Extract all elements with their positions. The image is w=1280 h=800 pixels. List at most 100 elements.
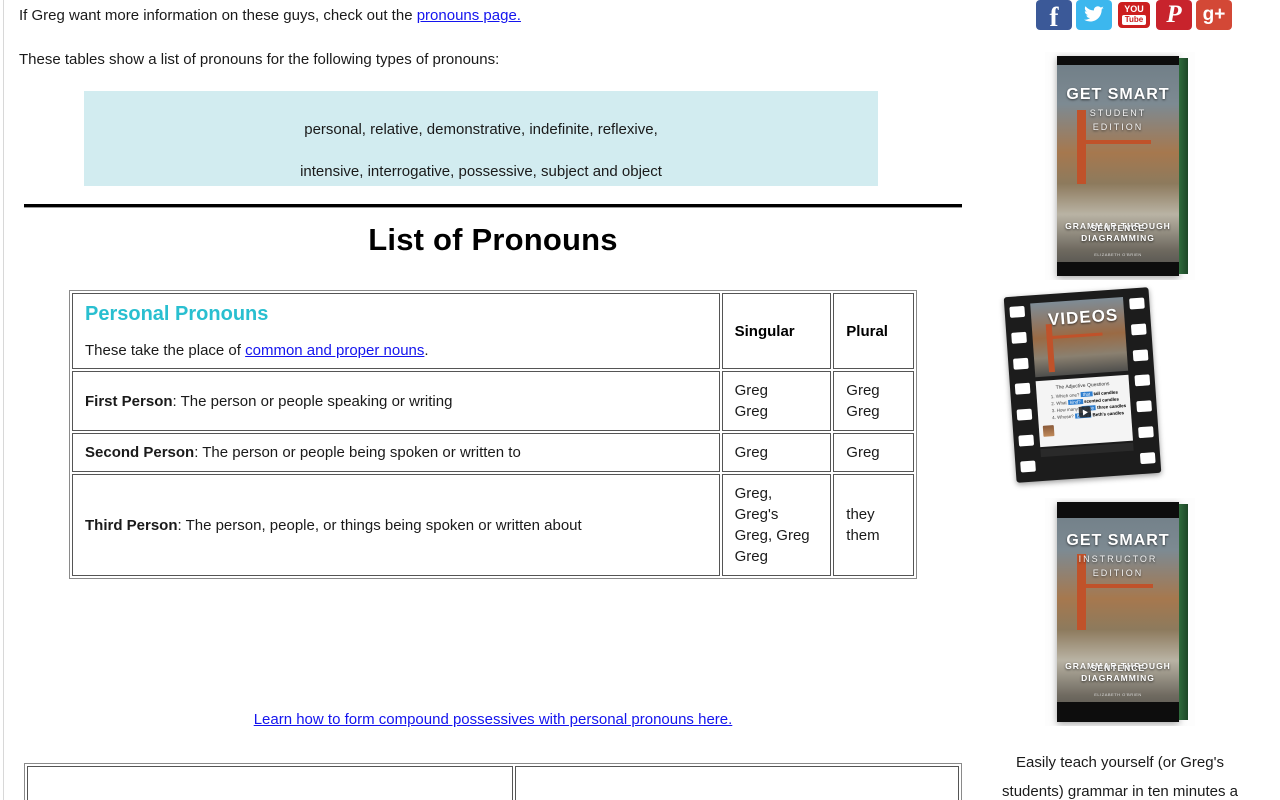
row-plural-value: Greg bbox=[833, 433, 914, 472]
row-label: Second Person bbox=[85, 444, 195, 461]
book-student-cover-art: GET SMART STUDENT EDITION GRAMMAR THROUG… bbox=[1057, 56, 1188, 276]
book-instructor-edition-line-1: INSTRUCTOR bbox=[1078, 554, 1158, 564]
perforation bbox=[1009, 305, 1026, 318]
lesson-line-b: three candles bbox=[1096, 403, 1127, 411]
row-plural-value: Greg Greg bbox=[833, 371, 914, 431]
pronoun-types-box: personal, relative, demonstrative, indef… bbox=[84, 91, 878, 186]
perforation bbox=[1129, 297, 1145, 310]
next-pronouns-table bbox=[24, 763, 962, 800]
sidebar-caption-line-2: students) grammar in ten minutes a bbox=[1002, 783, 1238, 800]
youtube-bottom-text: Tube bbox=[1121, 15, 1147, 25]
left-column-rule bbox=[3, 0, 4, 800]
videos-filmstrip[interactable]: VIDEOS The Adjective Questions 1. Which … bbox=[1003, 287, 1162, 483]
lesson-line-hl: that bbox=[1080, 391, 1093, 398]
book-student-inner: GET SMART STUDENT EDITION GRAMMAR THROUG… bbox=[1045, 52, 1195, 280]
bridge-tower-icon bbox=[1045, 324, 1056, 373]
category-subtext: These take the place of common and prope… bbox=[85, 342, 707, 360]
row-plural-value: they them bbox=[833, 474, 914, 576]
intro-paragraph-1: If Greg want more information on these g… bbox=[19, 7, 521, 25]
book-instructor-inner: GET SMART INSTRUCTOR EDITION GRAMMAR THR… bbox=[1045, 498, 1195, 726]
category-subtext-after: . bbox=[424, 342, 429, 359]
perforation bbox=[1020, 460, 1036, 473]
filmstrip-perforations-right bbox=[1129, 297, 1156, 465]
book-instructor-author: ELIZABETH O'BRIEN bbox=[1094, 692, 1142, 697]
compound-possessives-link[interactable]: Learn how to form compound possessives w… bbox=[254, 711, 733, 728]
twitter-icon[interactable] bbox=[1076, 0, 1112, 30]
pronouns-page-link[interactable]: pronouns page. bbox=[417, 7, 521, 24]
bridge-span-icon bbox=[1077, 584, 1153, 588]
row-description: First Person: The person or people speak… bbox=[72, 371, 720, 431]
row-singular-value: Greg bbox=[721, 433, 832, 472]
table-row: Third Person: The person, people, or thi… bbox=[72, 474, 914, 576]
perforation bbox=[1130, 323, 1147, 336]
intro-paragraph-2: These tables show a list of pronouns for… bbox=[19, 51, 500, 68]
lesson-line-hl: kind? bbox=[1067, 399, 1083, 406]
row-singular-value: Greg, Greg's Greg, Greg Greg bbox=[721, 474, 832, 576]
social-links: f YOU Tube P g+ bbox=[1036, 0, 1232, 30]
book-instructor-title: GET SMART bbox=[1066, 532, 1170, 549]
perforation bbox=[1014, 383, 1031, 396]
personal-pronouns-table: Personal Pronouns These take the place o… bbox=[69, 290, 917, 579]
facebook-glyph: f bbox=[1049, 2, 1059, 31]
book-student-band-bottom bbox=[1057, 262, 1179, 276]
column-header-singular: Singular bbox=[721, 293, 832, 369]
book-instructor-edition-line-2: EDITION bbox=[1092, 568, 1144, 578]
book-student-edition-line-1: STUDENT bbox=[1089, 108, 1147, 118]
youtube-top-text: YOU bbox=[1124, 4, 1144, 14]
intro-text-1: If Greg want more information on these g… bbox=[19, 7, 417, 24]
filmstrip-lesson-frame: The Adjective Questions 1. Which one? th… bbox=[1035, 374, 1134, 448]
perforation bbox=[1016, 408, 1033, 421]
filmstrip-photo-frame: VIDEOS bbox=[1030, 296, 1129, 378]
row-description-text: : The person or people being spoken or w… bbox=[194, 444, 521, 461]
table-header-row: Personal Pronouns These take the place o… bbox=[72, 293, 914, 369]
book-instructor-spine bbox=[1179, 504, 1188, 720]
common-proper-nouns-link[interactable]: common and proper nouns bbox=[245, 342, 424, 359]
row-label: Third Person bbox=[85, 516, 178, 534]
category-cell: Personal Pronouns These take the place o… bbox=[72, 293, 720, 369]
facebook-icon[interactable]: f bbox=[1036, 0, 1072, 30]
book-instructor-footer-line-2: SENTENCE DIAGRAMMING bbox=[1081, 662, 1155, 684]
book-student-edition-line-2: EDITION bbox=[1092, 122, 1144, 132]
book-instructor-edition[interactable]: GET SMART INSTRUCTOR EDITION GRAMMAR THR… bbox=[1045, 498, 1195, 726]
youtube-icon[interactable]: YOU Tube bbox=[1116, 0, 1152, 30]
play-button-icon[interactable] bbox=[1078, 406, 1091, 419]
book-student-edition[interactable]: GET SMART STUDENT EDITION GRAMMAR THROUG… bbox=[1045, 52, 1195, 280]
pinterest-glyph: P bbox=[1166, 1, 1182, 28]
perforation bbox=[1134, 374, 1151, 387]
row-description-text: : The person, people, or things being sp… bbox=[177, 516, 582, 534]
lesson-line-a: 3. How many? bbox=[1051, 406, 1081, 414]
bridge-tower-left-icon bbox=[1077, 554, 1086, 630]
filmstrip-body: VIDEOS The Adjective Questions 1. Which … bbox=[1003, 287, 1162, 483]
category-subtext-before: These take the place of bbox=[85, 342, 246, 359]
perforation bbox=[1136, 400, 1153, 413]
book-student-title: GET SMART bbox=[1066, 86, 1170, 103]
perforation bbox=[1012, 357, 1029, 370]
table-row: First Person: The person or people speak… bbox=[72, 371, 914, 431]
lesson-line-b: Beth's candles bbox=[1092, 410, 1125, 418]
book-instructor-band-bottom bbox=[1057, 702, 1179, 722]
pinterest-icon[interactable]: P bbox=[1156, 0, 1192, 30]
book-student-spine bbox=[1179, 58, 1188, 274]
next-table-cell-left bbox=[27, 766, 514, 800]
perforation bbox=[1018, 434, 1035, 447]
twitter-bird-glyph bbox=[1083, 6, 1104, 22]
videos-label: VIDEOS bbox=[1047, 305, 1119, 330]
gplus-glyph: g+ bbox=[1202, 4, 1226, 25]
presenter-avatar bbox=[1042, 425, 1055, 437]
table-row: Second Person: The person or people bein… bbox=[72, 433, 914, 472]
row-description-text: : The person or people speaking or writi… bbox=[172, 392, 453, 410]
book-instructor-band-top bbox=[1057, 502, 1179, 518]
row-description: Third Person: The person, people, or thi… bbox=[72, 474, 720, 576]
google-plus-icon[interactable]: g+ bbox=[1196, 0, 1232, 30]
lesson-line-a: 4. Whose? bbox=[1052, 413, 1074, 421]
right-sidebar: f YOU Tube P g+ GET SMART STUDENT EDITIO… bbox=[960, 0, 1280, 800]
bridge-span-icon bbox=[1046, 332, 1103, 340]
category-heading: Personal Pronouns bbox=[85, 303, 269, 325]
page-root: If Greg want more information on these g… bbox=[0, 0, 1280, 800]
section-divider bbox=[24, 204, 962, 208]
page-title: List of Pronouns bbox=[368, 222, 618, 257]
lesson-line-b: tall candles bbox=[1093, 389, 1119, 397]
book-instructor-cover-art: GET SMART INSTRUCTOR EDITION GRAMMAR THR… bbox=[1057, 502, 1188, 722]
sidebar-caption: Easily teach yourself (or Greg's student… bbox=[970, 748, 1270, 800]
perforation bbox=[1138, 426, 1154, 439]
